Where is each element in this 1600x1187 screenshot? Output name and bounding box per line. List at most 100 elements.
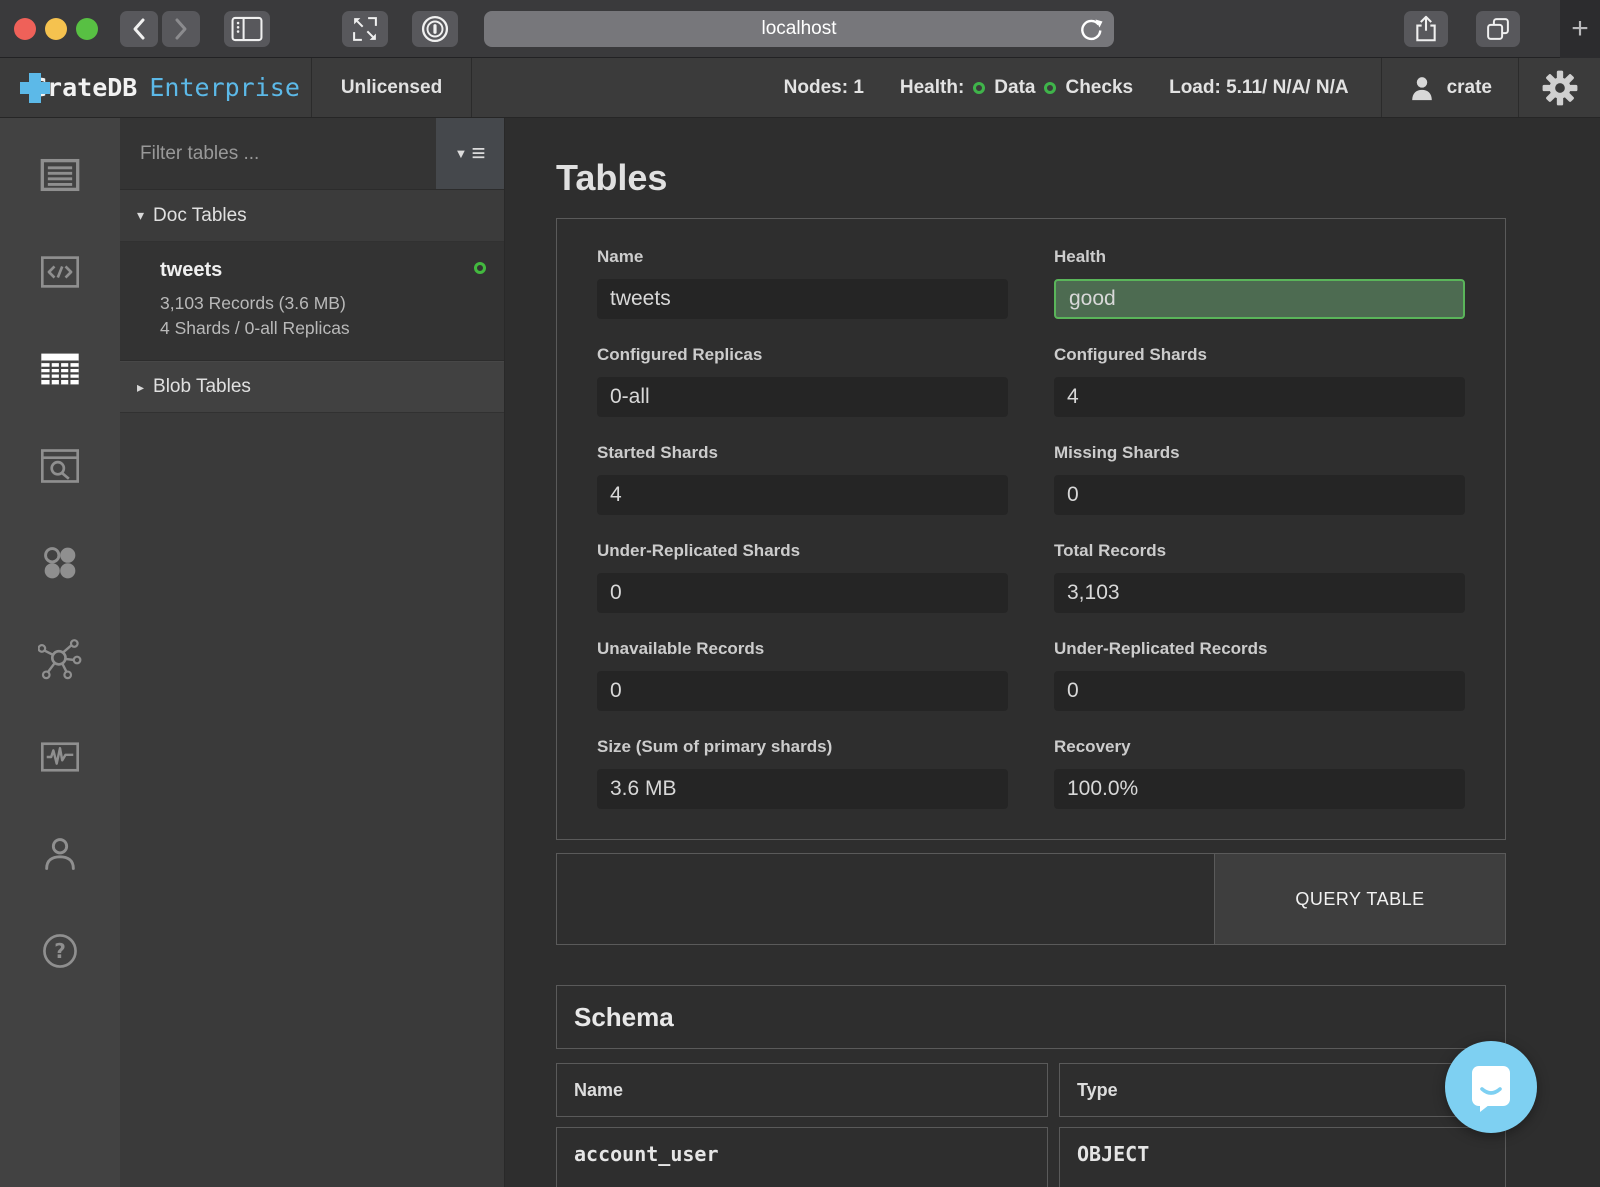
field-size: Size (Sum of primary shards) 3.6 MB xyxy=(597,737,1008,809)
brand-edition: Enterprise xyxy=(149,73,300,102)
tables-icon xyxy=(38,350,82,388)
filter-tables-input[interactable]: Filter tables ... xyxy=(120,118,436,189)
table-list-panel: Filter tables ... ▼ ≡ ▾ Doc Tables tweet… xyxy=(120,118,505,1187)
gear-icon xyxy=(1541,69,1579,107)
schema-title: Schema xyxy=(556,985,1506,1049)
nav-browse[interactable] xyxy=(0,417,120,514)
health-checks-label[interactable]: Checks xyxy=(1065,77,1133,99)
health-status: Health: Data Checks xyxy=(900,77,1133,99)
nav-monitoring[interactable] xyxy=(0,708,120,805)
table-list-item-tweets[interactable]: tweets 3,103 Records (3.6 MB) 4 Shards /… xyxy=(120,242,504,361)
load-stats: Load: 5.11/ N/A/ N/A xyxy=(1169,77,1348,99)
query-bar: QUERY TABLE xyxy=(556,853,1506,945)
plus-icon: + xyxy=(1571,12,1589,46)
field-unavailable-records: Unavailable Records 0 xyxy=(597,639,1008,711)
back-button[interactable] xyxy=(120,11,158,47)
svg-text:?: ? xyxy=(54,939,66,963)
field-unavailable-records-value[interactable]: 0 xyxy=(597,671,1008,711)
schema-header-row: Name Type xyxy=(556,1063,1506,1117)
license-badge: Unlicensed xyxy=(312,58,472,117)
browse-search-icon xyxy=(39,447,81,485)
caret-down-icon: ▾ xyxy=(137,207,144,224)
field-health-value[interactable]: good xyxy=(1054,279,1465,319)
field-configured-shards-value[interactable]: 4 xyxy=(1054,377,1465,417)
extension-button[interactable] xyxy=(412,11,458,47)
minimize-window-button[interactable] xyxy=(45,18,67,40)
zoom-window-button[interactable] xyxy=(76,18,98,40)
console-icon xyxy=(39,254,81,290)
expand-arrows-icon xyxy=(351,15,379,43)
chat-widget-button[interactable] xyxy=(1445,1041,1537,1133)
table-health-ok-icon xyxy=(474,262,486,274)
chat-smile-icon xyxy=(1468,1062,1514,1112)
new-tab-button[interactable]: + xyxy=(1560,0,1600,58)
nodes-count: Nodes: 1 xyxy=(784,77,864,99)
nav-console[interactable] xyxy=(0,223,120,320)
table-records: 3,103 Records (3.6 MB) xyxy=(160,291,484,316)
nav-help[interactable]: ? xyxy=(0,902,120,999)
fullscreen-button[interactable] xyxy=(342,11,388,47)
main-content: Tables Name tweets Health good Configure… xyxy=(505,118,1600,1187)
doc-tables-label: Doc Tables xyxy=(153,205,247,227)
share-button[interactable] xyxy=(1404,11,1448,47)
schema-col-type: Type xyxy=(1059,1063,1506,1117)
field-configured-replicas: Configured Replicas 0-all xyxy=(597,345,1008,417)
address-bar[interactable]: localhost xyxy=(484,11,1114,47)
person-icon xyxy=(1408,74,1436,102)
filter-options-button[interactable]: ▼ ≡ xyxy=(436,118,504,189)
health-data-label[interactable]: Data xyxy=(994,77,1035,99)
chevron-left-icon xyxy=(129,16,149,42)
table-name: tweets xyxy=(160,259,484,282)
nav-user[interactable] xyxy=(0,805,120,902)
user-menu[interactable]: crate xyxy=(1381,58,1518,117)
circles-grid-icon xyxy=(40,543,80,583)
field-name-value[interactable]: tweets xyxy=(597,279,1008,319)
nav-cluster[interactable] xyxy=(0,611,120,708)
browser-chrome: localhost xyxy=(0,0,1600,58)
field-missing-shards: Missing Shards 0 xyxy=(1054,443,1465,515)
doc-tables-section-header[interactable]: ▾ Doc Tables xyxy=(120,190,504,242)
schema-cell-name: account_user xyxy=(556,1127,1048,1187)
nav-overview[interactable] xyxy=(0,126,120,223)
field-missing-shards-value[interactable]: 0 xyxy=(1054,475,1465,515)
field-total-records-value[interactable]: 3,103 xyxy=(1054,573,1465,613)
field-size-value[interactable]: 3.6 MB xyxy=(597,769,1008,809)
sidebar-toggle-button[interactable] xyxy=(224,11,270,47)
field-recovery-value[interactable]: 100.0% xyxy=(1054,769,1465,809)
help-icon: ? xyxy=(40,931,80,971)
field-recovery: Recovery 100.0% xyxy=(1054,737,1465,809)
health-label: Health: xyxy=(900,77,964,99)
checks-health-ok-icon xyxy=(1044,82,1056,94)
query-table-button[interactable]: QUERY TABLE xyxy=(1214,854,1505,944)
monitoring-pulse-icon xyxy=(39,738,81,776)
nav-rail: ? xyxy=(0,118,120,1187)
close-window-button[interactable] xyxy=(14,18,36,40)
nav-plugins[interactable] xyxy=(0,514,120,611)
forward-button[interactable] xyxy=(162,11,200,47)
tabs-overview-button[interactable] xyxy=(1476,11,1520,47)
blob-tables-section-header[interactable]: ▸ Blob Tables xyxy=(120,361,504,413)
brand[interactable]: CrateDB Enterprise xyxy=(0,58,312,117)
window-controls xyxy=(14,18,98,40)
nav-tables[interactable] xyxy=(0,320,120,417)
table-detail-card: Name tweets Health good Configured Repli… xyxy=(556,218,1506,840)
sidebar-icon xyxy=(230,14,264,44)
settings-button[interactable] xyxy=(1518,58,1600,117)
field-started-shards-value[interactable]: 4 xyxy=(597,475,1008,515)
query-bar-spacer xyxy=(557,854,1214,944)
schema-section: Schema Name Type account_user OBJECT xyxy=(556,985,1506,1187)
page-title: Tables xyxy=(556,160,1506,218)
reload-icon[interactable] xyxy=(1078,16,1104,42)
cluster-graph-icon xyxy=(38,639,82,681)
schema-col-name: Name xyxy=(556,1063,1048,1117)
filter-placeholder: Filter tables ... xyxy=(140,143,259,165)
overview-icon xyxy=(39,156,81,194)
concentric-circles-icon xyxy=(420,14,450,44)
caret-down-icon: ▼ xyxy=(455,146,468,161)
caret-right-icon: ▸ xyxy=(137,379,144,396)
field-under-replicated-shards-value[interactable]: 0 xyxy=(597,573,1008,613)
field-configured-replicas-value[interactable]: 0-all xyxy=(597,377,1008,417)
field-under-replicated-records-value[interactable]: 0 xyxy=(1054,671,1465,711)
field-started-shards: Started Shards 4 xyxy=(597,443,1008,515)
url-text: localhost xyxy=(762,18,837,40)
